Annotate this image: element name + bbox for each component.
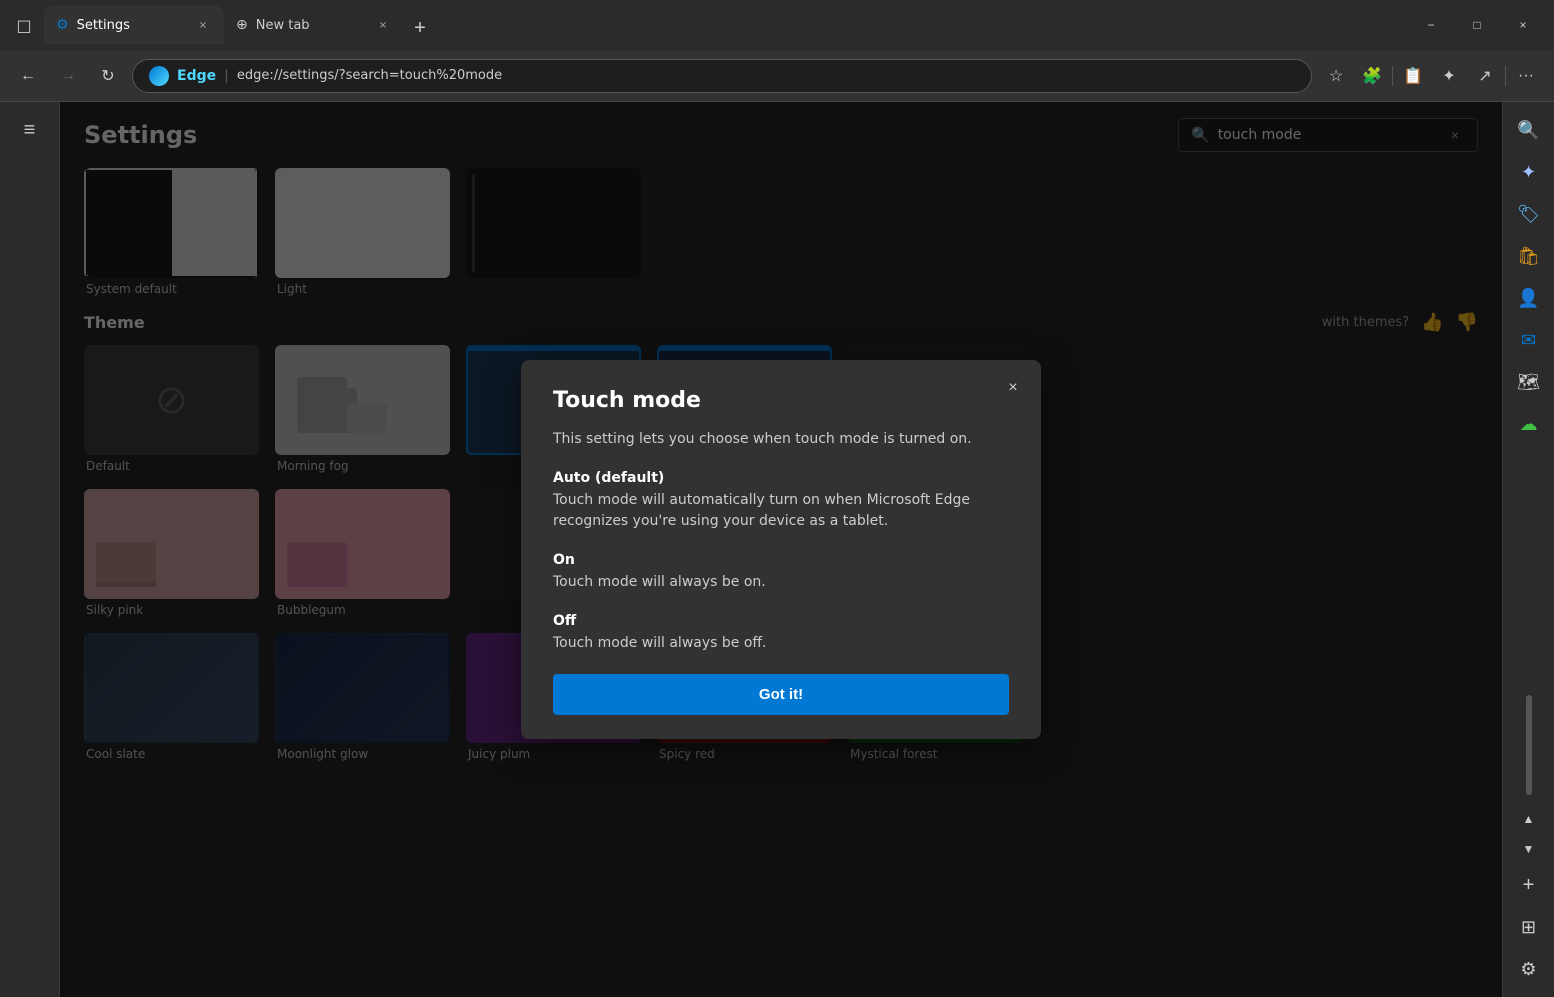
tab-newtab-close[interactable]: ×	[374, 16, 392, 34]
settings-tab-icon: ⚙	[56, 17, 69, 33]
settings-content: Settings 🔍 touch mode × System default	[60, 102, 1502, 997]
newtab-icon: ⊕	[236, 17, 248, 33]
address-input[interactable]: Edge | edge://settings/?search=touch%20m…	[132, 59, 1312, 93]
modal-on-desc: Touch mode will always be on.	[553, 572, 1009, 593]
right-favorites-button[interactable]: 🏷	[1509, 194, 1549, 234]
modal-off-desc: Touch mode will always be off.	[553, 633, 1009, 654]
favorites-button[interactable]: ☆	[1320, 60, 1352, 92]
address-separator: |	[224, 68, 229, 84]
modal-title: Touch mode	[553, 388, 1009, 413]
address-bar: ← → ↻ Edge | edge://settings/?search=tou…	[0, 50, 1554, 102]
got-it-button[interactable]: Got it!	[553, 674, 1009, 715]
tab-newtab[interactable]: ⊕ New tab ×	[224, 6, 404, 44]
scroll-down-button[interactable]: ▼	[1509, 835, 1549, 863]
modal-on-title: On	[553, 552, 1009, 568]
tab-settings-close[interactable]: ×	[194, 16, 212, 34]
modal-auto-desc: Touch mode will automatically turn on wh…	[553, 490, 1009, 532]
separator-2	[1505, 66, 1506, 86]
modal-off-title: Off	[553, 613, 1009, 629]
main-layout: ≡ Settings 🔍 touch mode × System defaul	[0, 102, 1554, 997]
tab-settings-label: Settings	[77, 18, 130, 33]
modal-close-button[interactable]: ×	[997, 372, 1029, 404]
right-settings-button[interactable]: ⚙	[1509, 949, 1549, 989]
right-scrollbar	[1526, 695, 1532, 795]
right-bing-maps-button[interactable]: 🗺	[1509, 362, 1549, 402]
url-display: edge://settings/?search=touch%20mode	[237, 68, 502, 83]
minimize-button[interactable]: −	[1408, 9, 1454, 41]
extensions-button[interactable]: 🧩	[1356, 60, 1388, 92]
right-expand-button[interactable]: ⊞	[1509, 907, 1549, 947]
edge-logo	[149, 66, 169, 86]
tabs-row: ⚙ Settings × ⊕ New tab × +	[44, 6, 1404, 44]
right-office-button[interactable]: 👤	[1509, 278, 1549, 318]
brand-label: Edge	[177, 68, 216, 84]
new-tab-button[interactable]: +	[404, 12, 436, 44]
right-add-button[interactable]: +	[1509, 865, 1549, 905]
copilot-button[interactable]: ✦	[1433, 60, 1465, 92]
right-search-button[interactable]: 🔍	[1509, 110, 1549, 150]
sidebar-menu-button[interactable]: ≡	[10, 110, 50, 150]
modal-off-section: Off Touch mode will always be off.	[553, 613, 1009, 654]
forward-button[interactable]: →	[52, 60, 84, 92]
scroll-up-button[interactable]: ▲	[1509, 805, 1549, 833]
share-button[interactable]: ↗	[1469, 60, 1501, 92]
settings-sidebar: ≡	[0, 102, 60, 997]
toolbar-icons: ☆ 🧩 📋 ✦ ↗ ···	[1320, 60, 1542, 92]
title-bar: □ ⚙ Settings × ⊕ New tab × + − □ ×	[0, 0, 1554, 50]
window-controls: − □ ×	[1408, 9, 1546, 41]
refresh-button[interactable]: ↻	[92, 60, 124, 92]
collections-button[interactable]: 📋	[1397, 60, 1429, 92]
modal-on-section: On Touch mode will always be on.	[553, 552, 1009, 593]
right-cloud-button[interactable]: ☁	[1509, 404, 1549, 444]
back-button[interactable]: ←	[12, 60, 44, 92]
right-sidebar: 🔍 ✦ 🏷 🛍 👤 ✉ 🗺 ☁ ▲ ▼ + ⊞ ⚙	[1502, 102, 1554, 997]
tab-newtab-label: New tab	[256, 18, 310, 33]
modal-auto-section: Auto (default) Touch mode will automatic…	[553, 470, 1009, 532]
touch-mode-modal: × Touch mode This setting lets you choos…	[521, 360, 1041, 739]
right-collections-button[interactable]: 🛍	[1509, 236, 1549, 276]
separator-1	[1392, 66, 1393, 86]
right-copilot-button[interactable]: ✦	[1509, 152, 1549, 192]
maximize-button[interactable]: □	[1454, 9, 1500, 41]
right-outlook-button[interactable]: ✉	[1509, 320, 1549, 360]
more-button[interactable]: ···	[1510, 60, 1542, 92]
close-button[interactable]: ×	[1500, 9, 1546, 41]
modal-auto-title: Auto (default)	[553, 470, 1009, 486]
modal-description: This setting lets you choose when touch …	[553, 429, 1009, 450]
sidebar-toggle-btn[interactable]: □	[8, 9, 40, 41]
tab-settings[interactable]: ⚙ Settings ×	[44, 6, 224, 44]
modal-overlay[interactable]: × Touch mode This setting lets you choos…	[60, 102, 1502, 997]
